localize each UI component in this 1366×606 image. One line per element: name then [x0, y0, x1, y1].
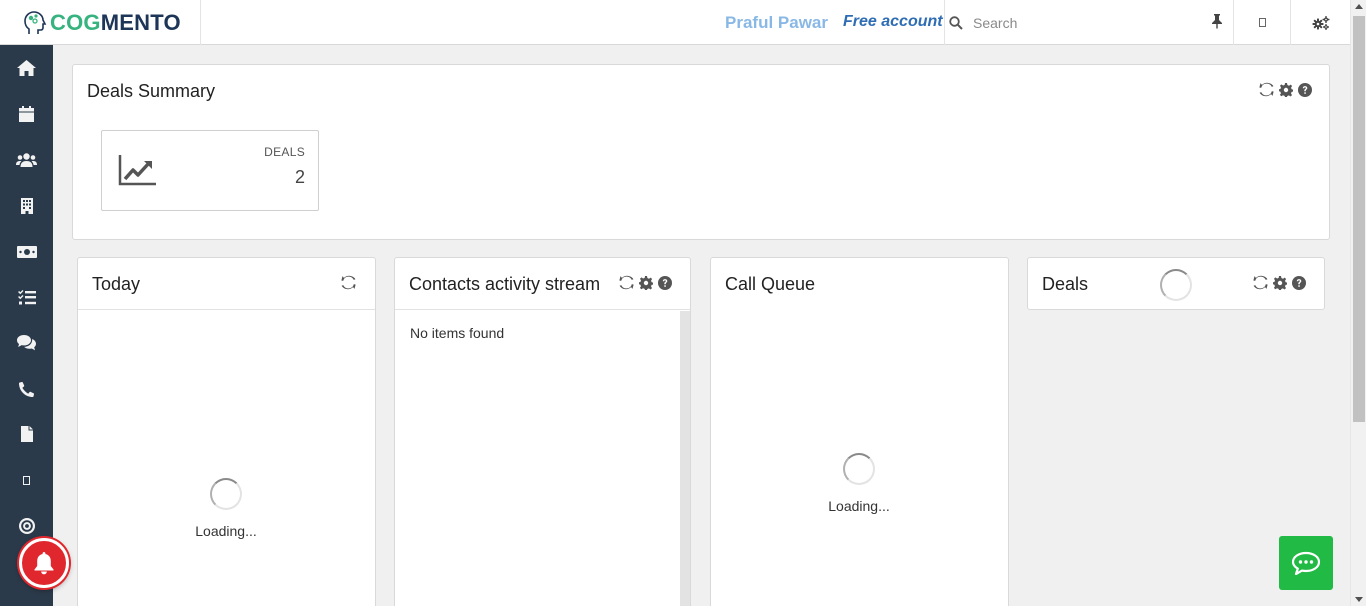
- live-chat-button[interactable]: [1279, 536, 1333, 590]
- today-loading-text: Loading...: [195, 523, 257, 539]
- account-type-link[interactable]: Free account: [843, 13, 943, 31]
- logo-text-mento: MENTO: [100, 9, 181, 35]
- sidebar-item-cases[interactable]: [0, 323, 53, 363]
- sidebar-item-calls[interactable]: [0, 369, 53, 409]
- deals-summary-card: Deals Summary DEALS 2: [72, 64, 1330, 240]
- help-icon[interactable]: [1298, 82, 1312, 97]
- deals-summary-tools: [1259, 82, 1312, 97]
- refresh-icon[interactable]: [1253, 275, 1268, 290]
- deals-stat-value: 2: [294, 167, 305, 187]
- sidebar-item-home[interactable]: [0, 48, 53, 88]
- sidebar-item-deals[interactable]: [0, 232, 53, 272]
- campaigns-target-icon: [18, 518, 35, 534]
- logo-head-icon: [24, 10, 47, 34]
- today-tools: [341, 275, 356, 290]
- line-chart-icon: [118, 155, 156, 186]
- loading-spinner: [210, 478, 242, 510]
- companies-icon: [20, 198, 33, 214]
- refresh-icon[interactable]: [619, 275, 634, 290]
- sidebar-item-contacts[interactable]: [0, 140, 53, 180]
- logo-text-cog: COG: [50, 9, 101, 35]
- search-icon: [949, 15, 963, 30]
- help-icon[interactable]: [658, 275, 672, 290]
- calendar-icon: [19, 106, 34, 122]
- cases-comments-icon: [17, 335, 36, 351]
- scroll-up-arrow-icon[interactable]: [1355, 4, 1363, 9]
- call-queue-widget: Call Queue Loading...: [710, 257, 1009, 606]
- contacts-activity-header: Contacts activity stream: [395, 258, 690, 310]
- contacts-activity-widget: Contacts activity stream No items found: [394, 257, 691, 606]
- gears-icon: [1312, 15, 1329, 30]
- sidebar: [0, 45, 53, 606]
- documents-icon: [20, 426, 33, 442]
- call-queue-title: Call Queue: [725, 274, 816, 294]
- refresh-icon[interactable]: [1259, 82, 1274, 97]
- deals-money-icon: [16, 246, 37, 258]
- home-icon: [17, 60, 36, 76]
- gear-icon[interactable]: [639, 275, 653, 290]
- tasks-icon: [17, 289, 36, 304]
- today-widget: Today Loading...: [77, 257, 376, 606]
- sidebar-item-documents[interactable]: [0, 414, 53, 454]
- logo-wordmark: COGMENTO: [50, 10, 181, 36]
- scroll-thumb[interactable]: [1353, 16, 1365, 422]
- loading-spinner: [843, 453, 875, 485]
- sidebar-item-email[interactable]: [0, 460, 53, 500]
- loading-spinner: [1160, 269, 1192, 301]
- top-navbar: COGMENTO Praful Pawar Free account: [0, 0, 1350, 45]
- contacts-icon: [16, 153, 37, 167]
- call-queue-header: Call Queue: [711, 258, 1008, 310]
- deals-widget-title: Deals: [1042, 274, 1089, 294]
- sidebar-item-tasks[interactable]: [0, 277, 53, 317]
- mobile-app-button[interactable]: [1233, 0, 1290, 45]
- scroll-down-arrow-icon[interactable]: [1355, 597, 1363, 602]
- pin-icon[interactable]: [1211, 13, 1223, 29]
- contacts-scrollbar[interactable]: [680, 311, 690, 606]
- help-icon[interactable]: [1292, 275, 1306, 290]
- today-title: Today: [92, 274, 141, 294]
- deals-widget: Deals: [1027, 257, 1325, 310]
- logo[interactable]: COGMENTO: [0, 0, 201, 45]
- today-widget-header: Today: [78, 258, 375, 310]
- email-icon: [23, 475, 30, 485]
- contacts-activity-tools: [619, 275, 672, 290]
- calls-phone-icon: [19, 381, 34, 397]
- refresh-icon[interactable]: [341, 275, 356, 290]
- deals-stat-box[interactable]: DEALS 2: [101, 130, 319, 211]
- chat-bubble-icon: [1291, 551, 1321, 575]
- sidebar-item-calendar[interactable]: [0, 94, 53, 134]
- call-queue-loading-text: Loading...: [828, 498, 890, 514]
- search-box: [944, 0, 1233, 45]
- sidebar-item-companies[interactable]: [0, 186, 53, 226]
- gear-icon[interactable]: [1273, 275, 1287, 290]
- deals-summary-title: Deals Summary: [87, 81, 216, 101]
- deals-stat-label: DEALS: [264, 145, 305, 159]
- deals-widget-header: Deals: [1028, 258, 1324, 310]
- contacts-empty-message: No items found: [410, 325, 505, 341]
- settings-button[interactable]: [1290, 0, 1350, 45]
- bell-icon: [34, 552, 54, 575]
- deals-widget-tools: [1253, 275, 1306, 290]
- search-input[interactable]: [973, 14, 1193, 31]
- user-name[interactable]: Praful Pawar: [725, 13, 828, 33]
- contacts-activity-title: Contacts activity stream: [409, 274, 601, 294]
- notification-bell-button[interactable]: [19, 538, 69, 588]
- gear-icon[interactable]: [1279, 82, 1293, 97]
- mobile-icon: [1258, 18, 1266, 27]
- page-scrollbar[interactable]: [1350, 0, 1366, 606]
